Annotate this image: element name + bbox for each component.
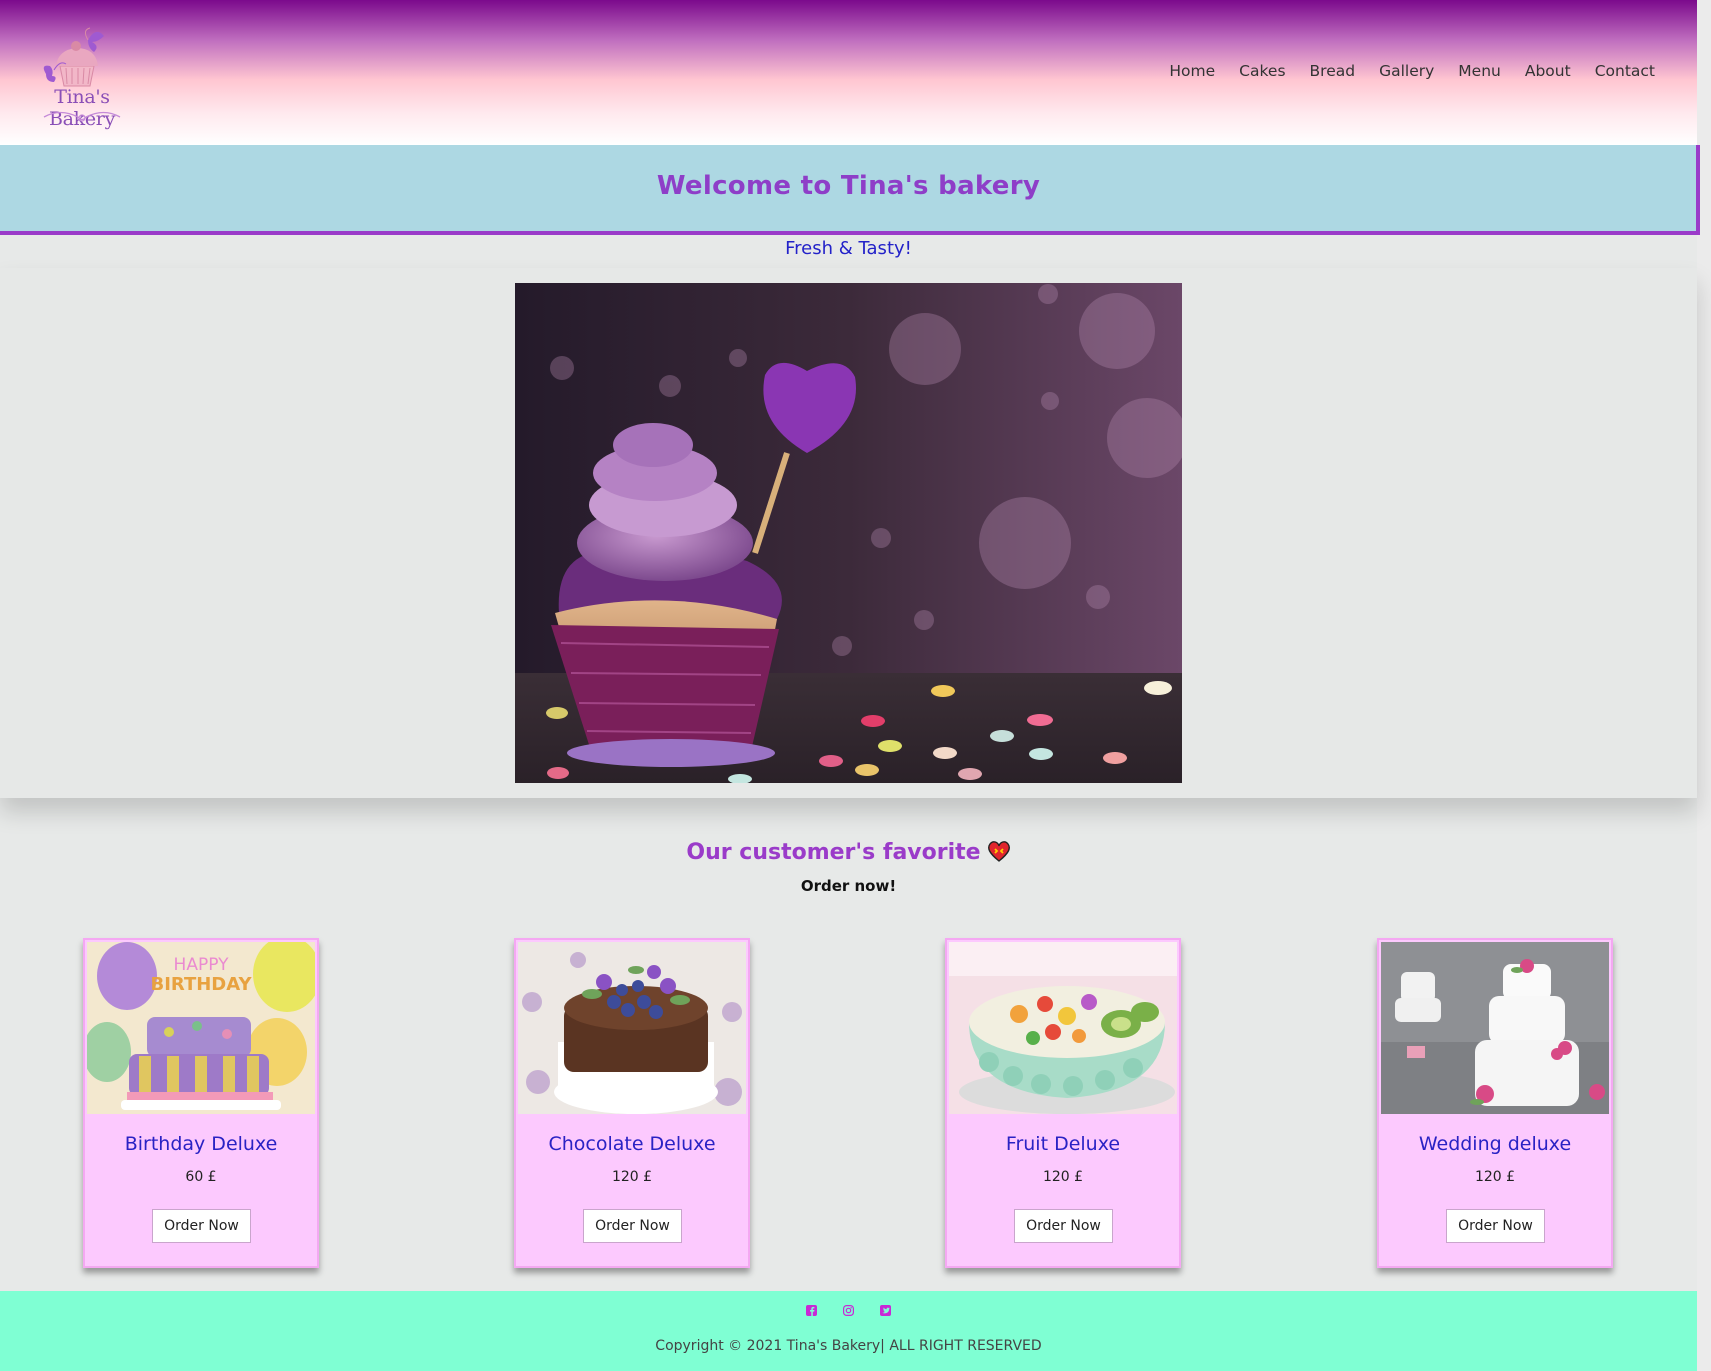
- social-links: [0, 1301, 1697, 1317]
- nav-gallery[interactable]: Gallery: [1379, 62, 1434, 80]
- site-footer: Copyright © 2021 Tina's Bakery| ALL RIGH…: [0, 1291, 1697, 1371]
- nav-about[interactable]: About: [1525, 62, 1571, 80]
- product-price: 120 £: [611, 1169, 653, 1185]
- logo-flourish-icon: [43, 111, 121, 122]
- product-price: 60 £: [185, 1169, 217, 1185]
- main-nav: Home Cakes Bread Gallery Menu About Cont…: [1169, 62, 1655, 80]
- facebook-icon[interactable]: [806, 1301, 817, 1316]
- favorites-title-text: Our customer's favorite: [686, 840, 981, 865]
- page-title: Welcome to Tina's bakery: [656, 171, 1041, 201]
- favorites-subtitle: Order now!: [800, 877, 897, 895]
- wedding-cake-image: [1381, 942, 1609, 1114]
- order-now-button[interactable]: Order Now: [1446, 1209, 1545, 1243]
- chocolate-cake-image: [518, 942, 746, 1114]
- svg-text:BIRTHDAY: BIRTHDAY: [151, 974, 253, 995]
- tagline: Fresh & Tasty!: [785, 238, 912, 259]
- cupcake-logo-icon: [43, 27, 104, 87]
- svg-text:HAPPY: HAPPY: [174, 955, 230, 975]
- order-now-button[interactable]: Order Now: [583, 1209, 682, 1243]
- product-name: Wedding deluxe: [1418, 1133, 1572, 1155]
- product-price: 120 £: [1474, 1169, 1516, 1185]
- logo[interactable]: Tina's Bakery: [18, 14, 144, 130]
- welcome-banner: Welcome to Tina's bakery: [0, 145, 1700, 235]
- site-header: Tina's Bakery Home Cakes Bread Gallery M…: [0, 0, 1697, 145]
- product-name: Chocolate Deluxe: [548, 1133, 716, 1155]
- nav-home[interactable]: Home: [1169, 62, 1215, 80]
- instagram-icon[interactable]: [843, 1301, 855, 1317]
- hero-section: [0, 268, 1697, 798]
- favorites-title: Our customer's favorite: [0, 840, 1697, 865]
- birthday-cake-image: HAPPY BIRTHDAY: [87, 942, 315, 1114]
- order-now-button[interactable]: Order Now: [1014, 1209, 1113, 1243]
- order-now-button[interactable]: Order Now: [152, 1209, 251, 1243]
- product-card-chocolate: Chocolate Deluxe 120 £ Order Now: [514, 938, 750, 1268]
- product-price: 120 £: [1042, 1169, 1084, 1185]
- product-name: Fruit Deluxe: [1005, 1133, 1121, 1155]
- product-card-fruit: Fruit Deluxe 120 £ Order Now: [945, 938, 1181, 1268]
- product-card-wedding: Wedding deluxe 120 £ Order Now: [1377, 938, 1613, 1268]
- nav-menu[interactable]: Menu: [1458, 62, 1501, 80]
- nav-cakes[interactable]: Cakes: [1239, 62, 1285, 80]
- nav-contact[interactable]: Contact: [1595, 62, 1655, 80]
- hero-cupcake-image: [515, 283, 1182, 783]
- nav-bread[interactable]: Bread: [1310, 62, 1356, 80]
- product-name: Birthday Deluxe: [124, 1133, 278, 1155]
- fruit-cake-image: [949, 942, 1177, 1114]
- product-card-birthday: HAPPY BIRTHDAY Birthday Deluxe 60 £ Orde…: [83, 938, 319, 1268]
- copyright-text: Copyright © 2021 Tina's Bakery| ALL RIGH…: [655, 1338, 1042, 1354]
- twitter-icon[interactable]: [880, 1301, 891, 1316]
- heart-emoji-icon: [987, 840, 1011, 862]
